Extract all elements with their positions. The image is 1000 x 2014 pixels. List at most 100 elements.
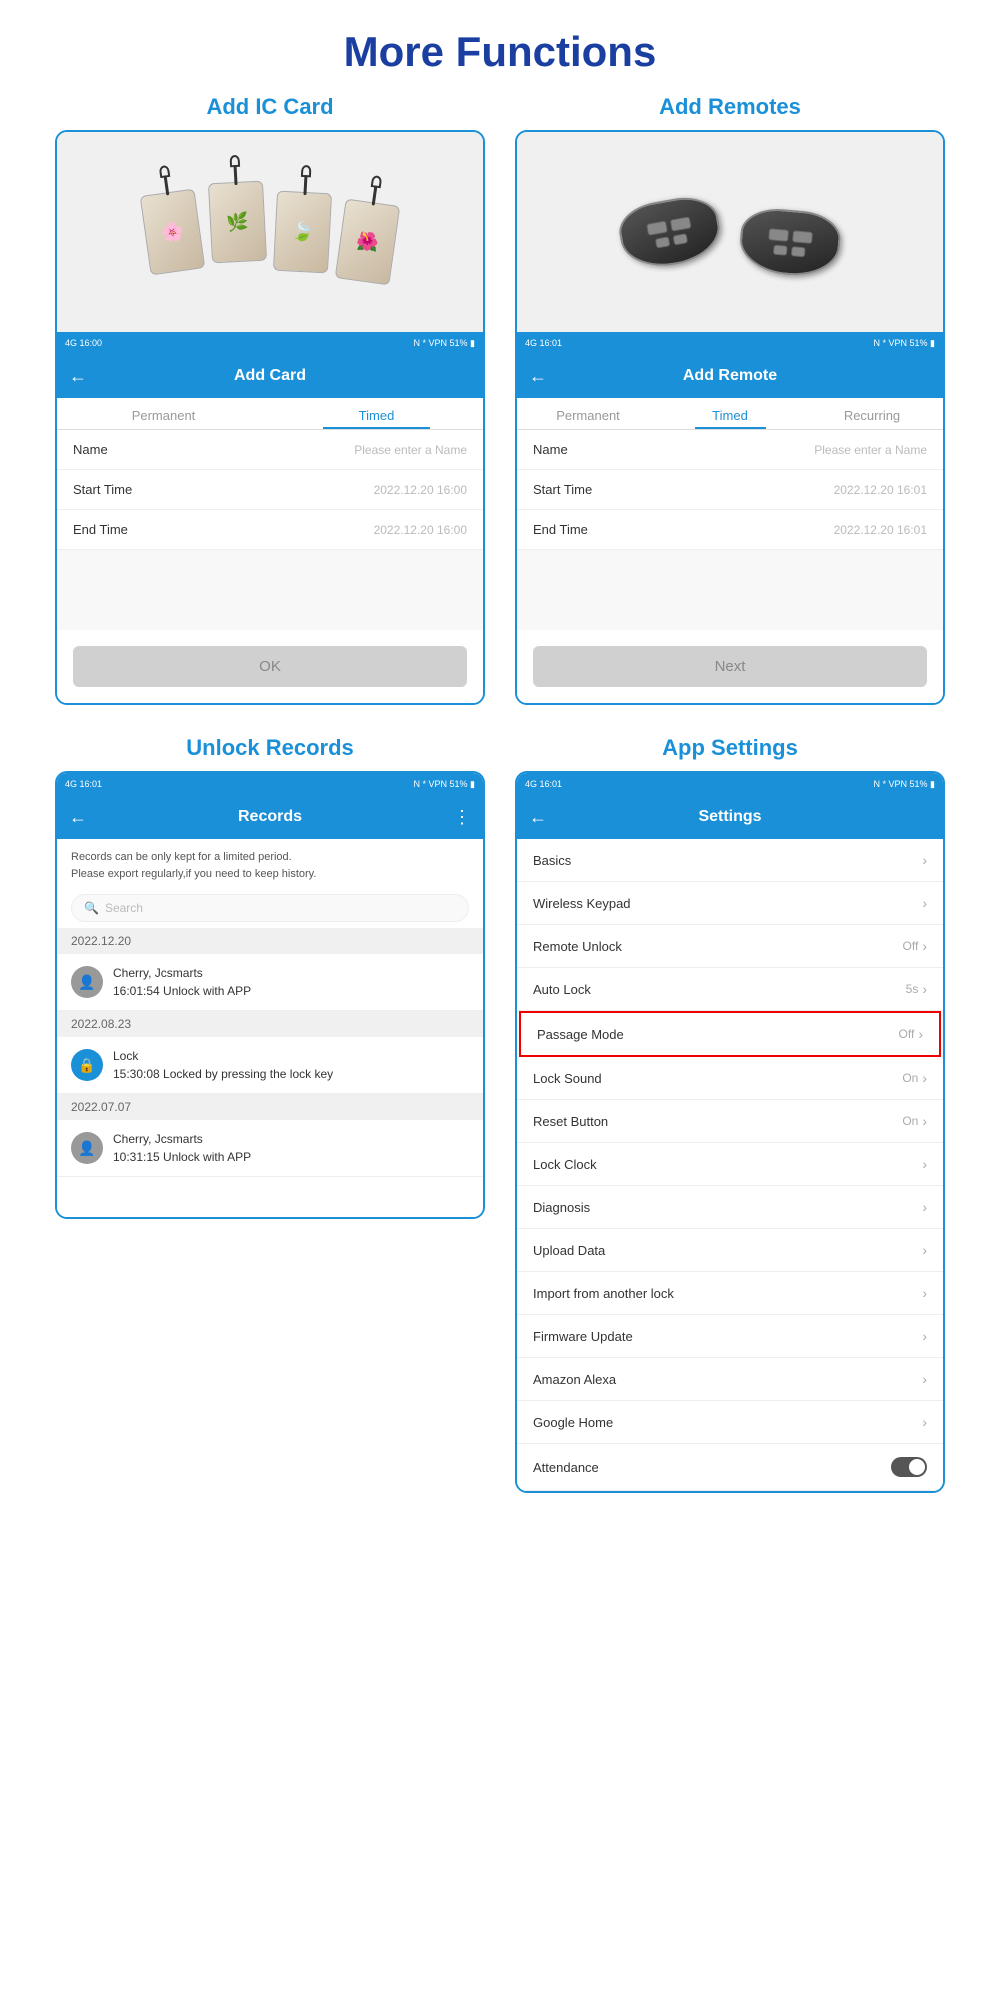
settings-right-reset-button: On › [902, 1113, 927, 1129]
settings-item-google-home[interactable]: Google Home › [517, 1401, 943, 1444]
remotes-form: Name Please enter a Name Start Time 2022… [517, 430, 943, 630]
settings-item-lock-sound[interactable]: Lock Sound On › [517, 1057, 943, 1100]
ic-card-header: ← Add Card [57, 354, 483, 398]
records-header: ← Records ⋮ [57, 795, 483, 839]
record-avatar-2: 🔒 [71, 1049, 103, 1081]
settings-chevron-passage-mode: › [918, 1026, 923, 1042]
remotes-end-label: End Time [533, 522, 588, 537]
ic-card-end-label: End Time [73, 522, 128, 537]
ic-card-name-value: Please enter a Name [354, 443, 467, 457]
records-header-title: Records [238, 808, 302, 826]
ic-card-status-left: 4G 16:00 [65, 338, 102, 348]
record-name-1: Cherry, Jcsmarts [113, 964, 251, 982]
record-avatar-3: 👤 [71, 1132, 103, 1164]
top-section-row: Add IC Card 🌸 🌿 [0, 94, 1000, 735]
records-status-left: 4G 16:01 [65, 779, 102, 789]
add-ic-card-block: Add IC Card 🌸 🌿 [55, 94, 485, 705]
settings-status-left: 4G 16:01 [525, 779, 562, 789]
ic-card-back-arrow[interactable]: ← [69, 366, 87, 387]
settings-value-auto-lock: 5s [906, 982, 919, 996]
unlock-records-block: Unlock Records 4G 16:01 N * VPN 51% ▮ ← … [55, 735, 485, 1493]
attendance-toggle[interactable] [891, 1457, 927, 1477]
settings-label-lock-sound: Lock Sound [533, 1071, 602, 1086]
remotes-name-value: Please enter a Name [814, 443, 927, 457]
remotes-tab-permanent[interactable]: Permanent [517, 398, 659, 429]
settings-header: ← Settings [517, 795, 943, 839]
settings-label-lock-clock: Lock Clock [533, 1157, 597, 1172]
settings-label-upload-data: Upload Data [533, 1243, 605, 1258]
settings-label-firmware-update: Firmware Update [533, 1329, 633, 1344]
ic-cards-visual: 🌸 🌿 🍃 🌺 [135, 172, 405, 292]
ic-card-3: 🍃 [273, 191, 332, 274]
settings-label-passage-mode: Passage Mode [537, 1027, 624, 1042]
record-avatar-1: 👤 [71, 966, 103, 998]
unlock-records-mockup: 4G 16:01 N * VPN 51% ▮ ← Records ⋮ Recor… [55, 771, 485, 1219]
record-text-2: Lock 15:30:08 Locked by pressing the loc… [113, 1047, 333, 1083]
settings-label-reset-button: Reset Button [533, 1114, 608, 1129]
remotes-start-row: Start Time 2022.12.20 16:01 [517, 470, 943, 510]
settings-chevron-lock-clock: › [922, 1156, 927, 1172]
records-status-bar: 4G 16:01 N * VPN 51% ▮ [57, 773, 483, 795]
settings-chevron-reset-button: › [922, 1113, 927, 1129]
ic-card-1: 🌸 [140, 189, 206, 276]
settings-item-auto-lock[interactable]: Auto Lock 5s › [517, 968, 943, 1011]
settings-chevron-amazon-alexa: › [922, 1371, 927, 1387]
ic-card-2: 🌿 [208, 181, 267, 264]
settings-value-passage-mode: Off [899, 1027, 915, 1041]
settings-item-reset-button[interactable]: Reset Button On › [517, 1100, 943, 1143]
record-text-1: Cherry, Jcsmarts 16:01:54 Unlock with AP… [113, 964, 251, 1000]
ic-card-ok-button[interactable]: OK [73, 646, 467, 687]
settings-label-amazon-alexa: Amazon Alexa [533, 1372, 616, 1387]
settings-item-firmware-update[interactable]: Firmware Update › [517, 1315, 943, 1358]
remotes-start-label: Start Time [533, 482, 592, 497]
add-ic-card-mockup: 🌸 🌿 🍃 🌺 [55, 130, 485, 705]
record-name-2: Lock [113, 1047, 333, 1065]
remotes-tab-timed[interactable]: Timed [659, 398, 801, 429]
settings-item-basics[interactable]: Basics › [517, 839, 943, 882]
remotes-image-area [517, 132, 943, 332]
ic-card-tab-timed[interactable]: Timed [270, 398, 483, 429]
ic-card-tabs: Permanent Timed [57, 398, 483, 430]
remotes-start-value: 2022.12.20 16:01 [834, 483, 927, 497]
settings-item-diagnosis[interactable]: Diagnosis › [517, 1186, 943, 1229]
search-icon: 🔍 [84, 901, 99, 915]
settings-label-wireless-keypad: Wireless Keypad [533, 896, 631, 911]
records-back-arrow[interactable]: ← [69, 807, 87, 828]
settings-item-passage-mode[interactable]: Passage Mode Off › [519, 1011, 941, 1057]
remotes-tab-recurring[interactable]: Recurring [801, 398, 943, 429]
settings-back-arrow[interactable]: ← [529, 807, 547, 828]
remotes-status-right: N * VPN 51% ▮ [874, 338, 935, 349]
settings-label-google-home: Google Home [533, 1415, 613, 1430]
ic-card-4: 🌺 [335, 199, 401, 286]
ic-card-tab-permanent[interactable]: Permanent [57, 398, 270, 429]
settings-chevron-upload-data: › [922, 1242, 927, 1258]
records-menu-dots[interactable]: ⋮ [453, 807, 471, 828]
remote-fob-1 [615, 191, 725, 272]
records-search-bar[interactable]: 🔍 Search [71, 894, 469, 922]
app-settings-mockup: 4G 16:01 N * VPN 51% ▮ ← Settings Basics… [515, 771, 945, 1493]
settings-header-title: Settings [698, 808, 761, 826]
record-name-3: Cherry, Jcsmarts [113, 1130, 251, 1148]
record-text-3: Cherry, Jcsmarts 10:31:15 Unlock with AP… [113, 1130, 251, 1166]
settings-item-attendance[interactable]: Attendance [517, 1444, 943, 1491]
records-status-right: N * VPN 51% ▮ [414, 779, 475, 790]
settings-item-amazon-alexa[interactable]: Amazon Alexa › [517, 1358, 943, 1401]
settings-chevron-diagnosis: › [922, 1199, 927, 1215]
remotes-back-arrow[interactable]: ← [529, 366, 547, 387]
ic-card-header-title: Add Card [234, 367, 306, 385]
settings-chevron-google-home: › [922, 1414, 927, 1430]
settings-item-wireless-keypad[interactable]: Wireless Keypad › [517, 882, 943, 925]
settings-item-import-lock[interactable]: Import from another lock › [517, 1272, 943, 1315]
settings-item-lock-clock[interactable]: Lock Clock › [517, 1143, 943, 1186]
records-date-3: 2022.07.07 [57, 1094, 483, 1120]
ic-card-start-label: Start Time [73, 482, 132, 497]
remotes-end-value: 2022.12.20 16:01 [834, 523, 927, 537]
settings-item-remote-unlock[interactable]: Remote Unlock Off › [517, 925, 943, 968]
remotes-next-button[interactable]: Next [533, 646, 927, 687]
record-item-3: 👤 Cherry, Jcsmarts 10:31:15 Unlock with … [57, 1120, 483, 1177]
ic-card-end-row: End Time 2022.12.20 16:00 [57, 510, 483, 550]
settings-item-upload-data[interactable]: Upload Data › [517, 1229, 943, 1272]
ic-card-form: Name Please enter a Name Start Time 2022… [57, 430, 483, 630]
ic-card-end-value: 2022.12.20 16:00 [374, 523, 467, 537]
settings-chevron-remote-unlock: › [922, 938, 927, 954]
